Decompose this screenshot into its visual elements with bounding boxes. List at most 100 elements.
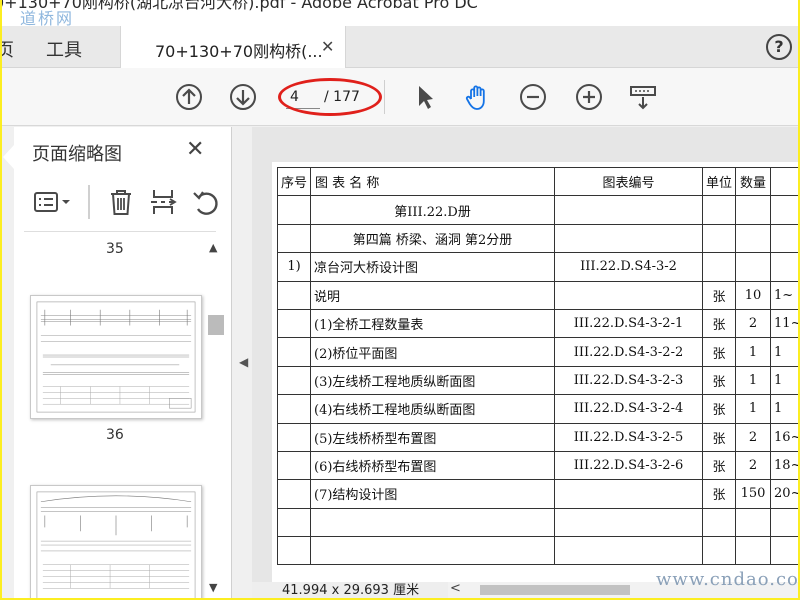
cell-code: III.22.D.S4-3-2-5: [554, 422, 704, 452]
col-header-page: 页: [770, 166, 798, 197]
hand-icon[interactable]: [462, 82, 492, 112]
cell-page: 11~: [770, 308, 798, 339]
cell-code: III.22.D.S4-3-2-2: [554, 337, 704, 367]
cell-unit: 张: [702, 365, 737, 396]
collapse-arrow-icon[interactable]: ◀: [239, 355, 248, 369]
cell-unit: 张: [702, 394, 737, 424]
page-thumbnails-panel: 页面缩略图 ✕ 35 36 ▲ ▼: [3, 127, 232, 598]
scrollbar-thumb[interactable]: [208, 315, 224, 335]
cell-name: (3)左线桥工程地质纵断面图: [310, 365, 556, 396]
cell-page: [770, 507, 798, 538]
cell-code: [554, 223, 704, 254]
cell-unit: [702, 223, 737, 254]
cell-unit: 张: [702, 422, 737, 452]
col-header-code: 图表编号: [554, 166, 704, 197]
page-thumbnail[interactable]: [30, 295, 202, 419]
thumbnail-page-label: 36: [106, 427, 124, 443]
panel-title: 页面缩略图: [32, 144, 122, 165]
next-page-icon[interactable]: [228, 82, 258, 112]
scroll-left-icon[interactable]: <: [450, 581, 461, 596]
table-row: [276, 536, 798, 566]
cell-name: (6)右线桥桥型布置图: [310, 450, 556, 481]
cell-unit: 张: [702, 280, 737, 310]
cell-qty: [735, 195, 772, 225]
scroll-up-icon[interactable]: ▲: [209, 241, 217, 254]
help-icon[interactable]: ?: [766, 34, 792, 60]
cell-no: [276, 223, 312, 254]
cell-code: III.22.D.S4-3-2-3: [554, 365, 704, 396]
panel-collapse-handle[interactable]: ◀: [232, 127, 252, 598]
prev-page-icon[interactable]: [174, 82, 204, 112]
cell-page: [770, 223, 798, 254]
document-view[interactable]: 序号 图 表 名 称 图表编号 单位 数量 页 第III.22.D册第四篇 桥梁…: [252, 127, 798, 598]
thumbnail-toolbar: [28, 183, 228, 223]
panel-pointer: [3, 145, 14, 169]
select-arrow-icon[interactable]: [410, 82, 440, 112]
cell-no: [276, 450, 312, 481]
table-row: (2)桥位平面图 III.22.D.S4-3-2-2 张 1 1: [276, 337, 798, 367]
col-header-no: 序号: [276, 166, 312, 197]
cell-no: [276, 365, 312, 396]
cell-name: [310, 536, 556, 566]
table-row: 第四篇 桥梁、涵洞 第2分册: [276, 223, 798, 254]
scrollbar-thumb[interactable]: [480, 585, 630, 595]
toolbar-separator: [384, 80, 385, 114]
cell-page: 16~: [770, 422, 798, 452]
cell-name: (5)左线桥桥型布置图: [310, 422, 556, 452]
cell-code: III.22.D.S4-3-2-6: [554, 450, 704, 481]
cell-name: 第四篇 桥梁、涵洞 第2分册: [310, 223, 556, 254]
tab-tools[interactable]: 工具: [46, 36, 82, 62]
cell-unit: [702, 195, 737, 225]
cell-code: III.22.D.S4-3-2: [554, 252, 704, 282]
cell-page: [770, 195, 798, 225]
cell-no: [276, 337, 312, 367]
cell-code: [554, 280, 704, 310]
delete-icon[interactable]: [106, 187, 136, 217]
document-page: 序号 图 表 名 称 图表编号 单位 数量 页 第III.22.D册第四篇 桥梁…: [272, 162, 798, 598]
cell-name: [310, 507, 556, 538]
rotate-icon[interactable]: [190, 187, 220, 217]
col-header-qty: 数量: [735, 166, 772, 197]
tab-home[interactable]: 页: [2, 36, 14, 62]
cell-name: (7)结构设计图: [310, 479, 556, 509]
insert-page-icon[interactable]: [148, 187, 178, 217]
cell-no: [276, 536, 312, 566]
thumbnail-page-label: 35: [106, 241, 124, 257]
tab-document[interactable]: 70+130+70刚构桥(... ✕: [120, 26, 346, 68]
cell-no: 1): [276, 252, 312, 282]
scroll-down-icon[interactable]: ▼: [209, 581, 217, 594]
zoom-out-icon[interactable]: [518, 82, 548, 112]
cell-code: III.22.D.S4-3-2-4: [554, 394, 704, 424]
cell-name: (1)全桥工程数量表: [310, 308, 556, 339]
page-size-label: 41.994 x 29.693 厘米: [252, 582, 452, 598]
cell-no: [276, 280, 312, 310]
main-toolbar: / 177: [2, 68, 798, 126]
zoom-in-icon[interactable]: [574, 82, 604, 112]
table-row: [276, 507, 798, 538]
thumbnail-options-icon[interactable]: [32, 187, 76, 217]
table-row: (5)左线桥桥型布置图III.22.D.S4-3-2-5张216~: [276, 422, 798, 452]
cell-page: [770, 252, 798, 282]
thumbnail-scrollbar[interactable]: ▲ ▼: [206, 235, 224, 598]
cell-name: 说明: [310, 280, 556, 310]
highlight-ellipse: [278, 78, 382, 116]
panel-divider: [24, 231, 216, 232]
cell-no: [276, 394, 312, 424]
table-row: (6)右线桥桥型布置图III.22.D.S4-3-2-6张218~: [276, 450, 798, 481]
close-icon[interactable]: ✕: [321, 37, 334, 56]
col-header-name: 图 表 名 称: [310, 166, 556, 197]
thumbnail-list: 35 36: [14, 235, 206, 598]
cell-page: 1: [770, 365, 798, 396]
page-thumbnail[interactable]: [30, 485, 202, 598]
table-row: (7)结构设计图 张15020~: [276, 479, 798, 509]
left-nav-strip: [2, 127, 14, 598]
close-icon[interactable]: ✕: [186, 137, 204, 162]
cell-qty: [735, 536, 772, 566]
cell-qty: 2: [735, 422, 772, 452]
cell-qty: 150: [735, 479, 772, 509]
watermark-bottom: www.cndao.com: [656, 569, 798, 590]
scroll-mode-icon[interactable]: [628, 82, 658, 112]
watermark-top: 道桥网: [20, 9, 75, 27]
cell-name: (4)右线桥工程地质纵断面图: [310, 394, 556, 424]
cell-unit: [702, 252, 737, 282]
